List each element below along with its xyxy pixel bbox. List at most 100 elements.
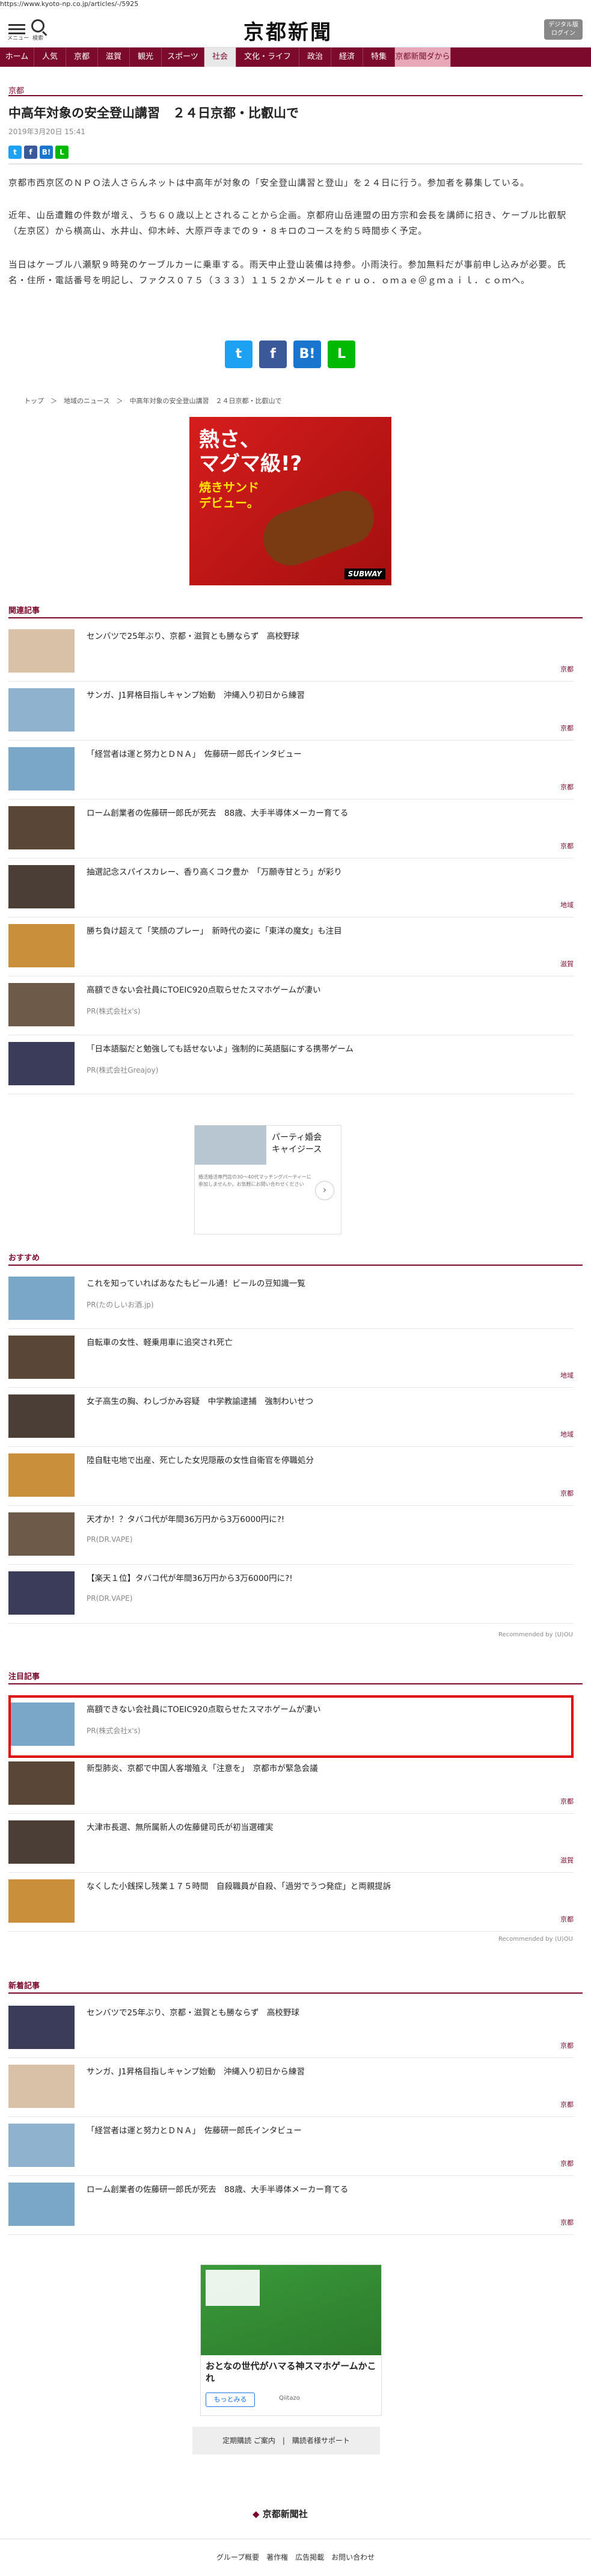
list-item-title[interactable]: ローム創業者の佐藤研一郎氏が死去 88歳、大手半導体メーカー育てる [87, 806, 348, 818]
list-item[interactable]: 抽選記念スパイスカレー、香り高くコク豊か 「万願寺甘とう」が彩り地域 [8, 858, 574, 917]
list-item-tag[interactable]: 地域 [560, 1370, 574, 1380]
share-line-icon[interactable]: L [328, 340, 355, 368]
recommended-by[interactable]: Recommended by ⟨U⟩OU [498, 1632, 573, 1638]
list-item-tag[interactable]: 京都 [560, 2158, 574, 2168]
facebook-icon[interactable]: f [24, 146, 37, 159]
ad-more-button[interactable]: もっとみる [206, 2393, 255, 2407]
thumbnail-image [8, 629, 75, 673]
list-item[interactable]: 「日本語脳だと勉強しても話せないよ」強制的に英語脳にする携帯ゲーム PR(株式会社… [8, 1035, 574, 1094]
article-date: 2019年3月20日 15:41 [8, 128, 85, 136]
recommended-by[interactable]: Recommended by ⟨U⟩OU [498, 1936, 573, 1943]
list-item[interactable]: 「経営者は運と努力とＤＮＡ」 佐藤研一郎氏インタビュー京都 [8, 740, 574, 800]
chevron-right-icon[interactable]: › [315, 1181, 334, 1200]
list-item-title[interactable]: なくした小銭探し残業１７５時間 自殺職員が自殺、「過労でうつ発症」と両親提訴 [87, 1879, 391, 1891]
list-item-sponsor: PR(たのしいお酒.jp) [87, 1301, 154, 1309]
list-item[interactable]: センバツで25年ぶり、京都・滋賀とも勝ならず 高校野球京都 [8, 622, 574, 682]
list-item-tag[interactable]: 京都 [560, 782, 574, 792]
twitter-icon[interactable]: t [8, 146, 22, 159]
list-item-title[interactable]: 女子高生の胸、わしづかみ容疑 中学教諭逮捕 強制わいせつ [87, 1394, 313, 1407]
footer-links[interactable]: 定期購読 ご案内 | 購読者様サポート [192, 2427, 380, 2454]
footer-logo[interactable]: ◆ 京都新聞社 [253, 2507, 308, 2520]
list-item-tag[interactable]: 京都 [560, 664, 574, 674]
section-title-latest: 新着記事 [8, 1982, 40, 1991]
list-item-title[interactable]: センバツで25年ぶり、京都・滋賀とも勝ならず 高校野球 [87, 2006, 299, 2018]
list-item-tag[interactable]: 京都 [560, 1488, 574, 1498]
nav-item[interactable]: 特集 [363, 48, 395, 67]
line-icon[interactable]: L [55, 146, 69, 159]
list-item[interactable]: 自転車の女性、軽乗用車に追突され死亡地域 [8, 1328, 574, 1388]
list-item[interactable]: ローム創業者の佐藤研一郎氏が死去 88歳、大手半導体メーカー育てる京都 [8, 2175, 574, 2235]
list-item-title[interactable]: 高額できない会社員にTOEIC920点取らせたスマホゲームが凄い [87, 983, 321, 995]
list-item[interactable]: サンガ、J1昇格目指しキャンプ始動 沖縄入り初日から練習京都 [8, 2057, 574, 2117]
list-item[interactable]: センバツで25年ぶり、京都・滋賀とも勝ならず 高校野球京都 [8, 1998, 574, 2058]
nav-item[interactable]: ホーム [0, 48, 34, 67]
share-facebook-icon[interactable]: f [259, 340, 287, 368]
list-item[interactable]: 高額できない会社員にTOEIC920点取らせたスマホゲームが凄い PR(株式会社x… [8, 976, 574, 1035]
footer-nav[interactable]: グループ概要 著作権 広告掲載 お問い合わせ [0, 2539, 591, 2576]
list-item-title[interactable]: 天才か！？タバコ代が年間36万円から3万6000円に?! [87, 1512, 284, 1524]
nav-item[interactable]: 人気 [34, 48, 66, 67]
list-item-title[interactable]: 【楽天１位】タバコ代が年間36万円から3万6000円に?! [87, 1571, 293, 1583]
ad-game[interactable]: おとなの世代がハマる神スマホゲームかこれ もっとみる Qiitazo [200, 2264, 382, 2416]
nav-item[interactable]: 観光 [130, 48, 162, 67]
nav-item[interactable]: 文化・ライフ [236, 48, 299, 67]
menu-label: メニュー [7, 35, 29, 42]
nav-item[interactable]: スポーツ [162, 48, 204, 67]
ad-party[interactable]: パーティ婚会 キャイジース 婚活婚活専門店の30〜40代マッチングパーティーに参加… [194, 1125, 341, 1234]
list-item-title[interactable]: 「経営者は運と努力とＤＮＡ」 佐藤研一郎氏インタビュー [87, 2124, 302, 2136]
list-item-tag[interactable]: 京都 [560, 2041, 574, 2050]
list-item[interactable]: 天才か！？タバコ代が年間36万円から3万6000円に?! PR(DR.VAPE) [8, 1505, 574, 1565]
list-item[interactable]: 【楽天１位】タバコ代が年間36万円から3万6000円に?! PR(DR.VAPE) [8, 1564, 574, 1624]
list-item-title[interactable]: 自転車の女性、軽乗用車に追突され死亡 [87, 1336, 233, 1348]
list-item-tag[interactable]: 地域 [560, 1429, 574, 1439]
article-category[interactable]: 京都 [8, 84, 24, 96]
hatena-icon[interactable]: B! [40, 146, 53, 159]
share-hatena-icon[interactable]: B! [293, 340, 321, 368]
list-item-title[interactable]: ローム創業者の佐藤研一郎氏が死去 88歳、大手半導体メーカー育てる [87, 2183, 348, 2195]
list-item[interactable]: 女子高生の胸、わしづかみ容疑 中学教諭逮捕 強制わいせつ地域 [8, 1387, 574, 1447]
list-item[interactable]: 勝ち負け超えて「笑顔のプレー」 新時代の姿に「東洋の魔女」も注目滋賀 [8, 917, 574, 976]
list-item-tag[interactable]: 京都 [560, 723, 574, 733]
list-item[interactable]: 「経営者は運と努力とＤＮＡ」 佐藤研一郎氏インタビュー京都 [8, 2116, 574, 2176]
list-item-title[interactable]: センバツで25年ぶり、京都・滋賀とも勝ならず 高校野球 [87, 629, 299, 641]
list-item[interactable]: なくした小銭探し残業１７５時間 自殺職員が自殺、「過労でうつ発症」と両親提訴京都 [8, 1872, 574, 1932]
list-item[interactable]: これを知っていればあなたもビール通！ビールの豆知識一覧 PR(たのしいお酒.jp) [8, 1269, 574, 1329]
list-item-title[interactable]: サンガ、J1昇格目指しキャンプ始動 沖縄入り初日から練習 [87, 688, 305, 700]
list-item-tag[interactable]: 京都 [560, 1914, 574, 1924]
list-item[interactable]: 新型肺炎、京都で中国人客増殖え「注意を」 京都市が緊急会議京都 [8, 1754, 574, 1814]
list-item-tag[interactable]: 滋賀 [560, 959, 574, 969]
nav-item[interactable]: 滋賀 [98, 48, 130, 67]
nav-item[interactable]: 京都 [66, 48, 98, 67]
nav-item[interactable]: 政治 [299, 48, 331, 67]
list-item-tag[interactable]: 京都 [560, 841, 574, 851]
list-item-title[interactable]: 新型肺炎、京都で中国人客増殖え「注意を」 京都市が緊急会議 [87, 1761, 318, 1773]
search-icon[interactable] [31, 19, 44, 32]
list-item-title[interactable]: 大津市長選、無所属新人の佐藤健司氏が初当選確実 [87, 1820, 274, 1832]
list-item[interactable]: サンガ、J1昇格目指しキャンプ始動 沖縄入り初日から練習京都 [8, 681, 574, 741]
list-item-tag[interactable]: 地域 [560, 900, 574, 910]
list-item-title[interactable]: 「日本語脳だと勉強しても話せないよ」強制的に英語脳にする携帯ゲーム [87, 1042, 354, 1054]
list-item-title[interactable]: 勝ち負け超えて「笑顔のプレー」 新時代の姿に「東洋の魔女」も注目 [87, 924, 342, 936]
list-item-title[interactable]: 「経営者は運と努力とＤＮＡ」 佐藤研一郎氏インタビュー [87, 747, 302, 759]
breadcrumb[interactable]: トップ ＞ 地域のニュース ＞ 中高年対象の安全登山講習 ２４日京都・比叡山で [24, 396, 281, 405]
thumbnail-image [8, 1571, 75, 1615]
nav-item[interactable]: 経済 [331, 48, 363, 67]
list-item-title[interactable]: 陸自駐屯地で出産、死亡した女児隠蔽の女性自衛官を停職処分 [87, 1453, 314, 1465]
list-item-tag[interactable]: 京都 [560, 2100, 574, 2109]
digital-edition-button[interactable]: デジタル版 ログイン [544, 19, 583, 40]
list-item-title[interactable]: サンガ、J1昇格目指しキャンプ始動 沖縄入り初日から練習 [87, 2065, 305, 2077]
list-item[interactable]: 陸自駐屯地で出産、死亡した女児隠蔽の女性自衛官を停職処分京都 [8, 1446, 574, 1506]
ad-banner[interactable]: 熱さ、 マグマ級!? 焼きサンド デビュー。 SUBWAY [189, 417, 391, 585]
site-logo[interactable]: 京都新聞 [243, 16, 332, 45]
share-twitter-icon[interactable]: t [225, 340, 253, 368]
list-item-title[interactable]: 抽選記念スパイスカレー、香り高くコク豊か 「万願寺甘とう」が彩り [87, 865, 342, 877]
list-item-tag[interactable]: 京都 [560, 1796, 574, 1806]
nav-item[interactable]: 社会 [204, 48, 236, 67]
list-item-sponsor: PR(株式会社x's) [87, 1007, 141, 1015]
list-item[interactable]: 大津市長選、無所属新人の佐藤健司氏が初当選確実滋賀 [8, 1813, 574, 1873]
list-item-tag[interactable]: 京都 [560, 2217, 574, 2227]
nav-item[interactable]: 京都新聞ダから [395, 48, 451, 67]
list-item-tag[interactable]: 滋賀 [560, 1855, 574, 1865]
list-item[interactable]: ローム創業者の佐藤研一郎氏が死去 88歳、大手半導体メーカー育てる京都 [8, 799, 574, 858]
list-item-title[interactable]: これを知っていればあなたもビール通！ビールの豆知識一覧 [87, 1277, 305, 1289]
